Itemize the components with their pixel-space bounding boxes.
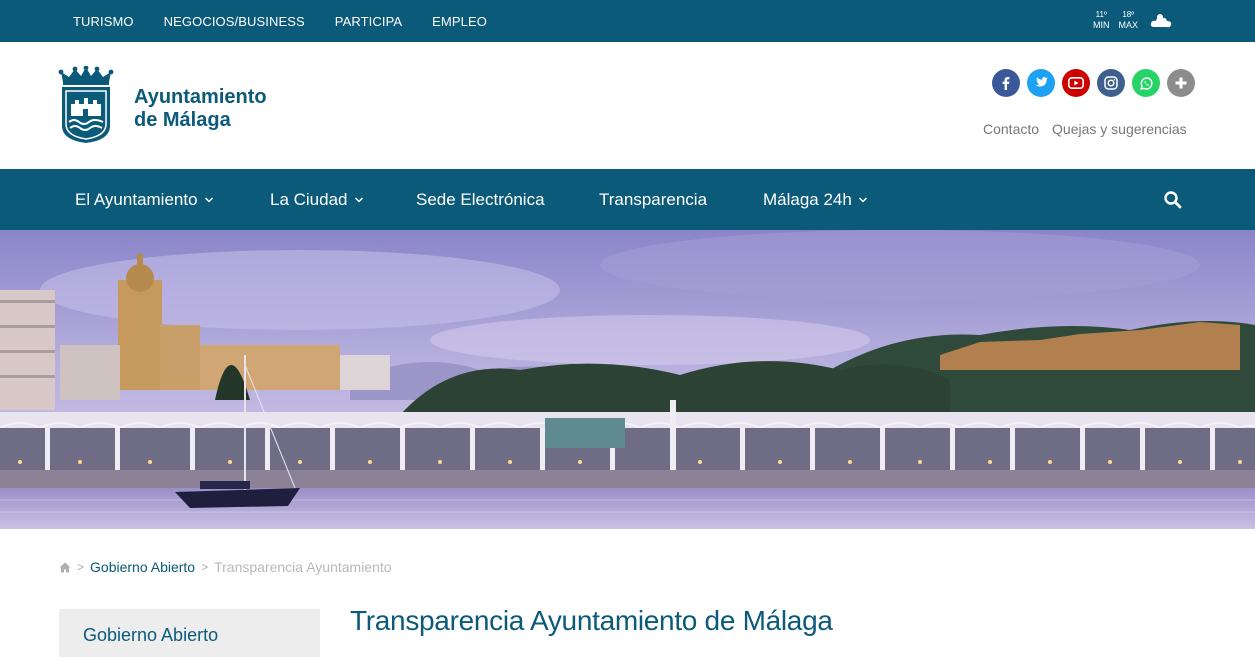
nav-item-ayuntamiento[interactable]: El Ayuntamiento <box>75 169 214 230</box>
contact-link[interactable]: Contacto <box>983 121 1039 137</box>
min-label: MIN <box>1093 20 1110 30</box>
top-link-empleo[interactable]: EMPLEO <box>432 14 487 29</box>
chevron-down-icon <box>354 196 363 203</box>
hero-image-malaga-port <box>0 230 1255 529</box>
more-social-icon[interactable] <box>1167 69 1195 97</box>
sidebar-title: Gobierno Abierto <box>83 625 219 645</box>
page-title: Transparencia Ayuntamiento de Málaga <box>350 605 833 636</box>
sidebar-menu-header[interactable]: Gobierno Abierto <box>59 609 320 657</box>
breadcrumb-gobierno-abierto[interactable]: Gobierno Abierto <box>90 559 195 575</box>
main-navigation: El Ayuntamiento La Ciudad Sede Electróni… <box>0 169 1255 230</box>
hero-illustration <box>0 230 1255 529</box>
header-links: Contacto Quejas y sugerencias <box>983 121 1200 137</box>
weather-widget[interactable]: 11º MIN 18º MAX <box>1093 9 1172 31</box>
top-links: TURISMO NEGOCIOS/BUSINESS PARTICIPA EMPL… <box>73 0 517 42</box>
breadcrumb-separator: > <box>201 560 209 574</box>
nav-item-label: Málaga 24h <box>763 189 852 209</box>
breadcrumb-separator: > <box>77 560 85 574</box>
whatsapp-icon[interactable] <box>1132 69 1160 97</box>
nav-item-transparencia[interactable]: Transparencia <box>599 169 707 230</box>
site-header: Ayuntamiento de Málaga Contacto Quejas y… <box>0 42 1255 169</box>
chevron-down-icon <box>204 196 213 203</box>
site-name[interactable]: Ayuntamiento de Málaga <box>134 86 267 132</box>
malaga-crest-logo[interactable] <box>57 66 115 144</box>
nav-item-la-ciudad[interactable]: La Ciudad <box>270 169 364 230</box>
top-link-participa[interactable]: PARTICIPA <box>335 14 402 29</box>
chevron-down-icon <box>858 196 867 203</box>
nav-item-label: Sede Electrónica <box>416 189 545 209</box>
complaints-link[interactable]: Quejas y sugerencias <box>1052 121 1187 137</box>
site-name-line1: Ayuntamiento <box>134 86 267 108</box>
home-icon[interactable] <box>59 562 71 573</box>
search-icon[interactable] <box>1163 190 1183 210</box>
breadcrumb: > Gobierno Abierto > Transparencia Ayunt… <box>59 559 392 575</box>
nav-item-label: La Ciudad <box>270 189 348 209</box>
max-temperature: 18º <box>1122 10 1135 19</box>
weather-min: 11º MIN <box>1093 9 1110 31</box>
nav-item-label: El Ayuntamiento <box>75 189 198 209</box>
weather-max: 18º MAX <box>1119 9 1139 31</box>
facebook-icon[interactable] <box>992 69 1020 97</box>
cloud-icon <box>1150 14 1172 28</box>
top-link-negocios[interactable]: NEGOCIOS/BUSINESS <box>164 14 305 29</box>
social-links <box>992 69 1202 97</box>
twitter-icon[interactable] <box>1027 69 1055 97</box>
site-name-line2: de Málaga <box>134 109 231 131</box>
nav-item-malaga-24h[interactable]: Málaga 24h <box>763 169 868 230</box>
max-label: MAX <box>1118 20 1139 30</box>
top-bar: TURISMO NEGOCIOS/BUSINESS PARTICIPA EMPL… <box>0 0 1255 42</box>
youtube-icon[interactable] <box>1062 69 1090 97</box>
top-link-turismo[interactable]: TURISMO <box>73 14 134 29</box>
breadcrumb-current: Transparencia Ayuntamiento <box>214 559 392 575</box>
nav-item-sede-electronica[interactable]: Sede Electrónica <box>416 169 545 230</box>
instagram-icon[interactable] <box>1097 69 1125 97</box>
min-temperature: 11º <box>1095 10 1107 19</box>
nav-item-label: Transparencia <box>599 189 708 209</box>
